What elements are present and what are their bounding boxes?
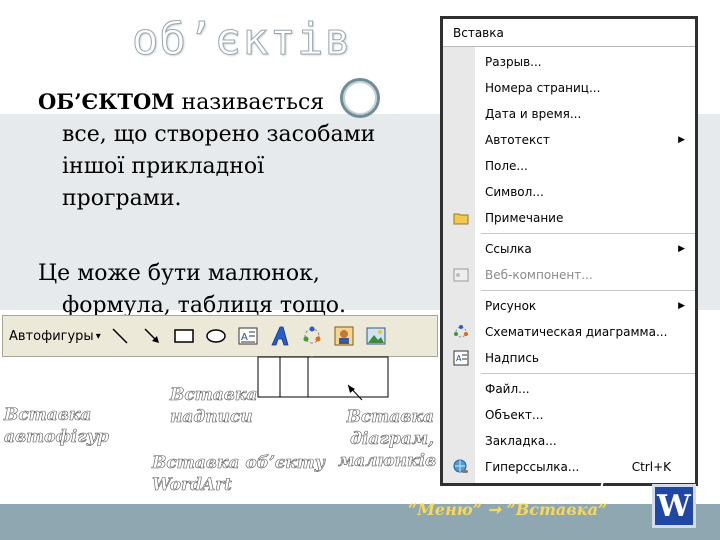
menu-item-label: Закладка... [485,434,557,448]
label-insert-diagram: Вставка діаграм, малюнків [338,406,437,472]
textbox-icon: A [453,350,469,366]
globe-link-icon [453,459,468,473]
menu-item-field[interactable]: Поле... [443,153,695,179]
menu-item-label: Разрыв... [485,55,542,69]
svg-text:A: A [241,332,248,343]
menu-item-page-numbers[interactable]: Номера страниц... [443,75,695,101]
label-line: Вставка [170,385,258,406]
examples-paragraph: Це може бути малюнок, формула, таблиця т… [38,258,438,322]
menu-item-label: Рисунок [485,299,537,313]
label-line: WordArt [152,475,232,496]
menu-path-caption: “Меню” ➞ ”Вставка” [408,500,608,519]
web-component-icon [453,268,469,282]
menu-item-label: Поле... [485,159,528,173]
wordart-icon [271,326,289,346]
menu-item-reference[interactable]: Ссылка ▶ [443,236,695,262]
line-tool-button[interactable] [107,323,133,349]
menu-item-label: Дата и время... [485,107,582,121]
menu-item-label: Примечание [485,211,564,225]
slide-bottom-band [0,504,720,540]
definition-verb: називається [181,90,325,115]
menu-item-label: Символ... [485,185,544,199]
definition-paragraph: ОБ’ЄКТОМ називається все, що створено за… [38,86,438,215]
menu-item-label: Автотекст [485,133,550,147]
menu-item-label: Надпись [485,351,539,365]
definition-line-3: іншої прикладної [62,154,265,179]
rectangle-icon [173,329,194,343]
menu-item-label: Номера страниц... [485,81,601,95]
label-line: малюнків [338,451,437,472]
textbox-icon: A [238,327,258,345]
menu-item-label: Ссылка [485,242,532,256]
autoshapes-button[interactable]: Автофигуры ▾ [9,329,101,344]
insert-menu: Вставка Разрыв... Номера страниц... Дата… [440,16,698,486]
drawing-toolbar: Автофигуры ▾ A [2,315,438,357]
diagram-icon [303,326,321,344]
definition-line-2: все, що створено засобами [62,122,376,147]
textbox-tool-button[interactable]: A [235,323,261,349]
diagram-icon [454,325,468,338]
menu-item-break[interactable]: Разрыв... [443,49,695,75]
submenu-arrow-icon: ▶ [678,244,685,254]
label-line: автофігур [4,427,110,448]
folder-note-icon [453,213,469,225]
menu-item-label: Файл... [485,382,530,396]
oval-icon [205,329,226,343]
definition-term: ОБ’ЄКТОМ [38,89,175,114]
menu-item-label: Веб-компонент... [485,268,593,282]
menu-item-file[interactable]: Файл... [443,376,695,402]
chevron-down-icon: ▾ [95,330,101,342]
menu-item-textbox[interactable]: A Надпись [443,345,695,371]
menu-item-comment[interactable]: Примечание [443,205,695,231]
picture-icon [366,327,386,345]
label-insert-autoshapes: Вставка автофігур [4,404,110,448]
word-logo-icon: W [652,484,696,528]
autoshapes-label: Автофигуры [9,328,94,344]
menu-item-label: Гиперссылка... [485,460,580,474]
label-line: Вставка [346,407,434,428]
menu-item-symbol[interactable]: Символ... [443,179,695,205]
label-line: діаграм, [350,429,434,450]
examples-line-1: Це може бути малюнок, [38,261,320,286]
menu-item-label: Схематическая диаграмма... [485,325,668,339]
slide-title: об’єктів [132,14,352,66]
menu-title[interactable]: Вставка [443,19,695,47]
menu-item-shortcut: Ctrl+K [631,460,671,474]
menu-item-diagram[interactable]: Схематическая диаграмма... [443,319,695,345]
label-line: надписи [170,407,253,428]
arrow-icon [144,328,159,343]
menu-item-object[interactable]: Объект... [443,402,695,428]
rectangle-tool-button[interactable] [171,323,197,349]
wordart-tool-button[interactable] [267,323,293,349]
label-insert-wordart: Вставка об’єкту WordArt [152,452,325,496]
menu-item-hyperlink[interactable]: Гиперссылка... Ctrl+K [443,454,695,480]
menu-item-picture[interactable]: Рисунок ▶ [443,293,695,319]
definition-line-4: програми. [62,186,182,211]
menu-separator [481,233,695,234]
menu-item-web-component[interactable]: Веб-компонент... [443,262,695,288]
line-icon [112,328,128,344]
svg-text:A: A [456,354,462,363]
menu-separator [481,290,695,291]
clipart-tool-button[interactable] [331,323,357,349]
menu-item-autotext[interactable]: Автотекст ▶ [443,127,695,153]
submenu-arrow-icon: ▶ [678,301,685,311]
oval-tool-button[interactable] [203,323,229,349]
label-insert-textbox: Вставка надписи [170,384,258,428]
arrow-tool-button[interactable] [139,323,165,349]
label-line: Вставка [4,405,92,426]
menu-item-label: Объект... [485,408,544,422]
submenu-arrow-icon: ▶ [678,135,685,145]
menu-item-bookmark[interactable]: Закладка... [443,428,695,454]
clipart-icon [334,326,354,346]
label-line: Вставка об’єкту [152,453,325,474]
menu-item-date-time[interactable]: Дата и время... [443,101,695,127]
menu-separator [481,373,695,374]
picture-tool-button[interactable] [363,323,389,349]
diagram-tool-button[interactable] [299,323,325,349]
